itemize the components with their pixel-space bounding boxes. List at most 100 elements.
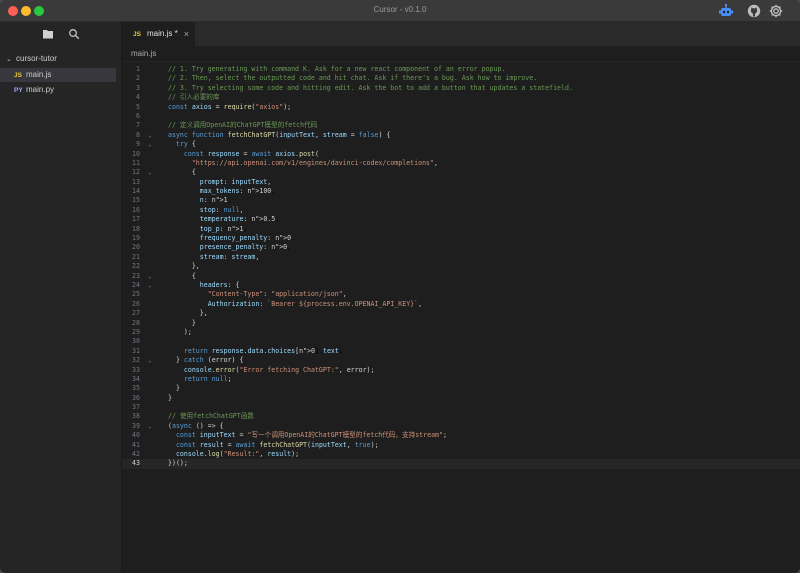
code-text: const inputText = "写一个调用OpenAI的ChatGPT模型…: [175, 431, 447, 440]
fold-chevron-icon[interactable]: ⌄: [148, 281, 152, 290]
line-number: 12: [132, 168, 140, 177]
fold-chevron-icon[interactable]: ⌄: [148, 422, 152, 431]
line-number: 39: [132, 421, 140, 430]
code-line[interactable]: 7 // 定义调用OpenAI的ChatGPT模型的fetch代码: [122, 121, 800, 130]
code-line[interactable]: 17 temperature: n">0.5,: [122, 215, 800, 224]
code-line[interactable]: 12 ⌄ {: [122, 168, 800, 177]
search-icon[interactable]: [68, 28, 80, 40]
code-line[interactable]: 5 const axios = require("axios");: [122, 103, 800, 112]
code-text: return response.data.choices[n">0].text;: [183, 346, 343, 355]
code-line[interactable]: 35 }: [122, 384, 800, 393]
fold-chevron-icon[interactable]: ⌄: [148, 140, 152, 149]
fold-chevron-icon[interactable]: ⌄: [148, 272, 152, 281]
js-file-icon: JS: [133, 31, 141, 38]
code-line[interactable]: 29 );: [122, 328, 800, 337]
line-number: 14: [132, 187, 140, 196]
code-text: // 2. Then, select the outputted code an…: [168, 74, 538, 83]
code-line[interactable]: 2 // 2. Then, select the outputted code a…: [122, 74, 800, 83]
code-line[interactable]: 32 ⌄ } catch (error) {: [122, 356, 800, 365]
code-line[interactable]: 40 const inputText = "写一个调用OpenAI的ChatGP…: [122, 431, 800, 440]
code-line[interactable]: 25 "Content-Type": "application/json",: [122, 290, 800, 299]
code-line[interactable]: 6: [122, 112, 800, 121]
files-icon[interactable]: [42, 28, 54, 40]
sidebar: ⌄ cursor-tutor JS main.js PY main.py: [0, 22, 122, 573]
code-line[interactable]: 42 console.log("Result:", result);: [122, 450, 800, 459]
code-line[interactable]: 39 ⌄ (async () => {: [122, 422, 800, 431]
code-text: // 3. Try selecting some code and hittin…: [168, 83, 573, 92]
line-number: 32: [132, 356, 140, 365]
tab-label: main.js *: [147, 29, 178, 38]
fold-chevron-icon[interactable]: ⌄: [148, 356, 152, 365]
code-line[interactable]: 26 Authorization: `Bearer ${process.env.…: [122, 300, 800, 309]
fold-chevron-icon[interactable]: ⌄: [148, 131, 152, 140]
code-text: // 使用fetchChatGPT函数: [168, 412, 254, 421]
code-text: const response = await axios.post(: [183, 149, 319, 158]
code-line[interactable]: 19 frequency_penalty: n">0,: [122, 234, 800, 243]
window-title: Cursor - v0.1.0: [373, 5, 427, 14]
code-line[interactable]: 21 stream: stream,: [122, 253, 800, 262]
code-line[interactable]: 38 // 使用fetchChatGPT函数: [122, 412, 800, 421]
code-text: headers: {: [199, 280, 240, 289]
code-line[interactable]: 22 },: [122, 262, 800, 271]
code-line[interactable]: 33 console.error("Error fetching ChatGPT…: [122, 366, 800, 375]
code-line[interactable]: 23 ⌄ {: [122, 272, 800, 281]
code-text: const result = await fetchChatGPT(inputT…: [175, 440, 379, 449]
tab-main-js[interactable]: JS main.js * ×: [122, 22, 196, 46]
code-text: stream: stream,: [199, 252, 260, 261]
code-line[interactable]: 36}: [122, 394, 800, 403]
close-icon[interactable]: ×: [184, 22, 189, 46]
code-line[interactable]: 34 return null;: [122, 375, 800, 384]
file-item-main-py[interactable]: PY main.py: [0, 83, 121, 97]
code-line[interactable]: 13 prompt: inputText,: [122, 178, 800, 187]
line-number: 22: [132, 262, 140, 271]
py-file-icon: PY: [14, 87, 23, 94]
code-line[interactable]: 10 const response = await axios.post(: [122, 150, 800, 159]
code-line[interactable]: 4 // 引入必要的库: [122, 93, 800, 102]
code-text: "https://api.openai.com/v1/engines/davin…: [191, 158, 438, 167]
code-line[interactable]: 31 return response.data.choices[n">0].te…: [122, 347, 800, 356]
app-window: Cursor - v0.1.0 ⌄ cursor-tutor JS main.j…: [0, 0, 800, 573]
code-text: } catch (error) {: [168, 356, 244, 365]
code-text: "Content-Type": "application/json",: [207, 290, 347, 299]
code-text: }: [168, 393, 172, 402]
code-line[interactable]: 9 ⌄ try {: [122, 140, 800, 149]
code-line[interactable]: 3 // 3. Try selecting some code and hitti…: [122, 84, 800, 93]
code-line[interactable]: 15 n: n">1,: [122, 196, 800, 205]
robot-icon[interactable]: [718, 3, 734, 19]
js-file-icon: JS: [14, 72, 22, 79]
breadcrumb[interactable]: main.js: [122, 46, 800, 62]
code-line[interactable]: 43})();: [122, 459, 800, 469]
line-number: 43: [132, 459, 140, 468]
fold-chevron-icon[interactable]: ⌄: [148, 168, 152, 177]
folder-cursor-tutor[interactable]: ⌄ cursor-tutor: [0, 52, 121, 66]
github-icon[interactable]: [746, 3, 762, 19]
code-line[interactable]: 20 presence_penalty: n">0,: [122, 243, 800, 252]
code-line[interactable]: 28 }: [122, 319, 800, 328]
line-number: 31: [132, 346, 140, 355]
code-line[interactable]: 14 max_tokens: n">100,: [122, 187, 800, 196]
line-number: 20: [132, 243, 140, 252]
code-text: // 定义调用OpenAI的ChatGPT模型的fetch代码: [168, 121, 318, 130]
code-line[interactable]: 8 ⌄ async function fetchChatGPT(inputText,…: [122, 131, 800, 140]
code-line[interactable]: 27 },: [122, 309, 800, 318]
code-text: return null;: [183, 374, 232, 383]
code-line[interactable]: 41 const result = await fetchChatGPT(inp…: [122, 441, 800, 450]
code-text: try {: [175, 140, 196, 149]
code-line[interactable]: 11 "https://api.openai.com/v1/engines/da…: [122, 159, 800, 168]
line-number: 15: [132, 196, 140, 205]
code-text: stop: null,: [199, 205, 244, 214]
code-line[interactable]: 1 // 1. Try generating with command K. As…: [122, 65, 800, 74]
code-text: prompt: inputText,: [199, 177, 272, 186]
gear-icon[interactable]: [768, 3, 784, 19]
code-line[interactable]: 24 ⌄ headers: {: [122, 281, 800, 290]
code-line[interactable]: 30: [122, 337, 800, 346]
line-number: 33: [132, 365, 140, 374]
code-text: }: [168, 384, 180, 393]
sidebar-toolbar: [0, 22, 121, 48]
file-item-main-js[interactable]: JS main.js: [0, 68, 116, 82]
code-line[interactable]: 18 top_p: n">1,: [122, 225, 800, 234]
code-area[interactable]: 1 // 1. Try generating with command K. As…: [122, 65, 800, 469]
code-line[interactable]: 16 stop: null,: [122, 206, 800, 215]
line-number: 26: [132, 299, 140, 308]
line-number: 2: [136, 74, 140, 83]
